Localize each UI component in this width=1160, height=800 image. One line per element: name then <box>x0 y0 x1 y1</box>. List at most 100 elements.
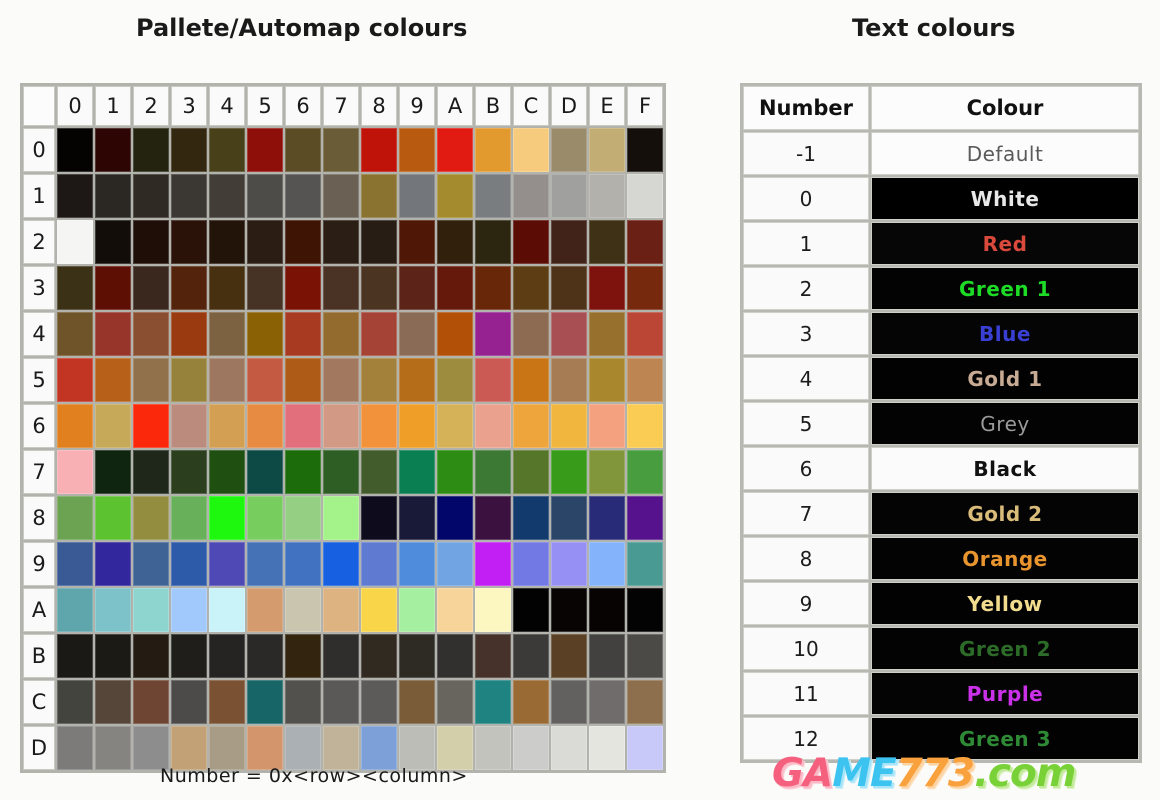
palette-swatch-21[interactable] <box>95 220 131 264</box>
palette-swatch-9E[interactable] <box>589 542 625 586</box>
palette-swatch-3F[interactable] <box>627 266 663 310</box>
palette-swatch-09[interactable] <box>399 128 435 172</box>
palette-swatch-0F[interactable] <box>627 128 663 172</box>
palette-swatch-7B[interactable] <box>475 450 511 494</box>
palette-swatch-15[interactable] <box>247 174 283 218</box>
palette-swatch-A3[interactable] <box>171 588 207 632</box>
palette-swatch-A5[interactable] <box>247 588 283 632</box>
palette-swatch-58[interactable] <box>361 358 397 402</box>
palette-swatch-BF[interactable] <box>627 634 663 678</box>
palette-swatch-38[interactable] <box>361 266 397 310</box>
palette-swatch-A0[interactable] <box>57 588 93 632</box>
palette-swatch-1D[interactable] <box>551 174 587 218</box>
palette-swatch-DB[interactable] <box>475 726 511 770</box>
palette-swatch-14[interactable] <box>209 174 245 218</box>
palette-swatch-DC[interactable] <box>513 726 549 770</box>
palette-swatch-22[interactable] <box>133 220 169 264</box>
palette-swatch-97[interactable] <box>323 542 359 586</box>
palette-swatch-31[interactable] <box>95 266 131 310</box>
palette-swatch-85[interactable] <box>247 496 283 540</box>
palette-swatch-23[interactable] <box>171 220 207 264</box>
palette-swatch-69[interactable] <box>399 404 435 448</box>
palette-swatch-08[interactable] <box>361 128 397 172</box>
palette-swatch-47[interactable] <box>323 312 359 356</box>
palette-swatch-B9[interactable] <box>399 634 435 678</box>
palette-swatch-29[interactable] <box>399 220 435 264</box>
palette-swatch-93[interactable] <box>171 542 207 586</box>
palette-swatch-8E[interactable] <box>589 496 625 540</box>
palette-swatch-78[interactable] <box>361 450 397 494</box>
palette-swatch-8D[interactable] <box>551 496 587 540</box>
palette-swatch-CC[interactable] <box>513 680 549 724</box>
palette-swatch-32[interactable] <box>133 266 169 310</box>
palette-swatch-BD[interactable] <box>551 634 587 678</box>
palette-swatch-70[interactable] <box>57 450 93 494</box>
palette-swatch-B5[interactable] <box>247 634 283 678</box>
palette-swatch-BA[interactable] <box>437 634 473 678</box>
palette-swatch-2A[interactable] <box>437 220 473 264</box>
palette-swatch-05[interactable] <box>247 128 283 172</box>
palette-swatch-8C[interactable] <box>513 496 549 540</box>
palette-swatch-7A[interactable] <box>437 450 473 494</box>
palette-swatch-3E[interactable] <box>589 266 625 310</box>
palette-swatch-D1[interactable] <box>95 726 131 770</box>
palette-swatch-54[interactable] <box>209 358 245 402</box>
palette-swatch-C5[interactable] <box>247 680 283 724</box>
palette-swatch-A7[interactable] <box>323 588 359 632</box>
palette-swatch-AE[interactable] <box>589 588 625 632</box>
palette-swatch-1F[interactable] <box>627 174 663 218</box>
palette-swatch-A8[interactable] <box>361 588 397 632</box>
palette-swatch-6C[interactable] <box>513 404 549 448</box>
palette-swatch-95[interactable] <box>247 542 283 586</box>
palette-swatch-CB[interactable] <box>475 680 511 724</box>
palette-swatch-B2[interactable] <box>133 634 169 678</box>
palette-swatch-45[interactable] <box>247 312 283 356</box>
palette-swatch-0B[interactable] <box>475 128 511 172</box>
palette-swatch-42[interactable] <box>133 312 169 356</box>
palette-swatch-11[interactable] <box>95 174 131 218</box>
palette-swatch-06[interactable] <box>285 128 321 172</box>
palette-swatch-4C[interactable] <box>513 312 549 356</box>
palette-swatch-00[interactable] <box>57 128 93 172</box>
palette-swatch-27[interactable] <box>323 220 359 264</box>
palette-swatch-67[interactable] <box>323 404 359 448</box>
palette-swatch-6A[interactable] <box>437 404 473 448</box>
palette-swatch-51[interactable] <box>95 358 131 402</box>
palette-swatch-DD[interactable] <box>551 726 587 770</box>
palette-swatch-20[interactable] <box>57 220 93 264</box>
palette-swatch-12[interactable] <box>133 174 169 218</box>
palette-swatch-A2[interactable] <box>133 588 169 632</box>
palette-swatch-28[interactable] <box>361 220 397 264</box>
palette-swatch-D5[interactable] <box>247 726 283 770</box>
palette-swatch-04[interactable] <box>209 128 245 172</box>
palette-swatch-26[interactable] <box>285 220 321 264</box>
palette-swatch-8B[interactable] <box>475 496 511 540</box>
palette-swatch-43[interactable] <box>171 312 207 356</box>
palette-swatch-10[interactable] <box>57 174 93 218</box>
palette-swatch-7E[interactable] <box>589 450 625 494</box>
palette-swatch-C1[interactable] <box>95 680 131 724</box>
palette-swatch-DA[interactable] <box>437 726 473 770</box>
palette-swatch-1B[interactable] <box>475 174 511 218</box>
palette-swatch-D7[interactable] <box>323 726 359 770</box>
palette-swatch-17[interactable] <box>323 174 359 218</box>
palette-swatch-25[interactable] <box>247 220 283 264</box>
palette-swatch-4F[interactable] <box>627 312 663 356</box>
palette-swatch-B0[interactable] <box>57 634 93 678</box>
palette-swatch-46[interactable] <box>285 312 321 356</box>
palette-swatch-49[interactable] <box>399 312 435 356</box>
palette-swatch-CD[interactable] <box>551 680 587 724</box>
palette-swatch-5F[interactable] <box>627 358 663 402</box>
palette-swatch-41[interactable] <box>95 312 131 356</box>
palette-swatch-99[interactable] <box>399 542 435 586</box>
palette-swatch-34[interactable] <box>209 266 245 310</box>
palette-swatch-C4[interactable] <box>209 680 245 724</box>
palette-swatch-84[interactable] <box>209 496 245 540</box>
palette-swatch-66[interactable] <box>285 404 321 448</box>
palette-swatch-39[interactable] <box>399 266 435 310</box>
palette-swatch-9F[interactable] <box>627 542 663 586</box>
palette-swatch-48[interactable] <box>361 312 397 356</box>
palette-swatch-BE[interactable] <box>589 634 625 678</box>
palette-swatch-40[interactable] <box>57 312 93 356</box>
palette-swatch-9C[interactable] <box>513 542 549 586</box>
